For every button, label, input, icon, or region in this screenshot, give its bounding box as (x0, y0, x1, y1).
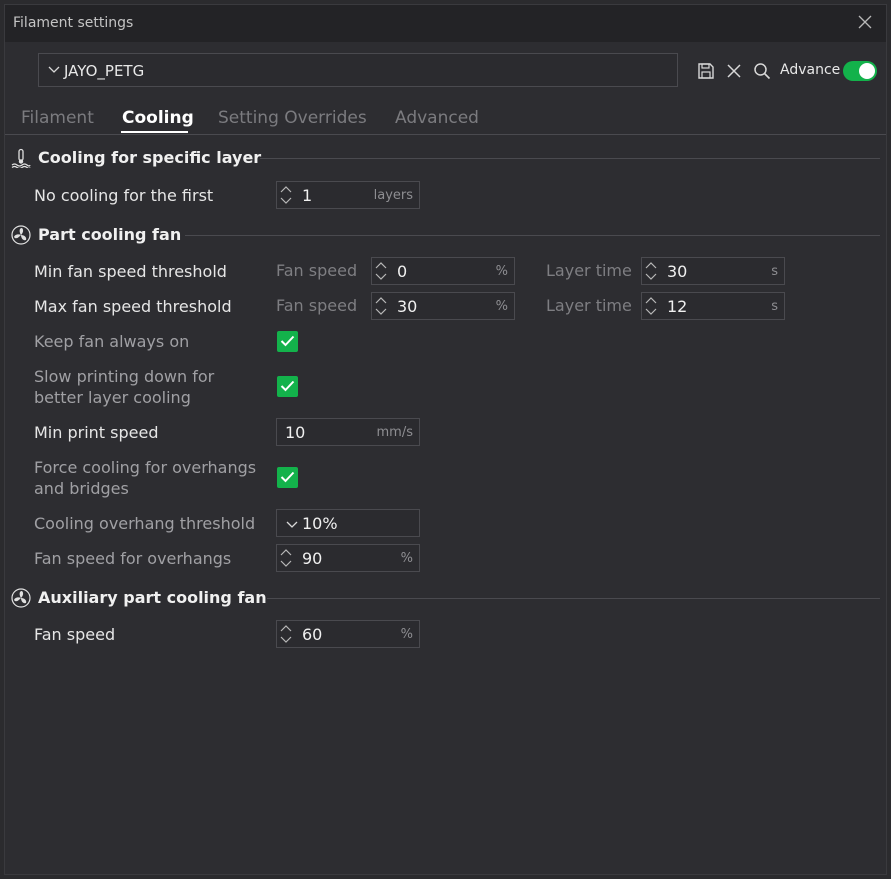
spinner-icon[interactable] (280, 548, 292, 568)
force-cooling-label-line1: Force cooling for overhangs (34, 458, 257, 477)
section-title-part-fan: Part cooling fan (38, 225, 182, 244)
spinner-icon[interactable] (280, 624, 292, 644)
field-unit: % (400, 551, 413, 566)
window-title: Filament settings (13, 15, 134, 31)
field-value: 10% (302, 514, 338, 533)
field-unit: mm/s (376, 425, 413, 440)
advance-label: Advance (780, 62, 841, 78)
section-title-specific-layer: Cooling for specific layer (38, 148, 262, 167)
max-layer-time-input[interactable]: 12 s (641, 292, 785, 320)
overhang-threshold-label: Cooling overhang threshold (34, 514, 256, 533)
slow-down-label-line2: better layer cooling (34, 388, 191, 407)
field-value: 0 (397, 262, 408, 281)
section-divider (260, 158, 880, 159)
spinner-icon[interactable] (375, 296, 387, 316)
field-unit: layers (373, 188, 413, 203)
keep-fan-on-label: Keep fan always on (34, 332, 190, 351)
field-value: 1 (302, 186, 313, 205)
fan-speed-sublabel: Fan speed (276, 261, 358, 280)
preset-dropdown[interactable]: JAYO_PETG (38, 53, 678, 87)
slow-down-checkbox[interactable] (277, 376, 298, 397)
spinner-icon[interactable] (280, 185, 292, 205)
fan-icon (11, 588, 31, 608)
chevron-down-icon (48, 66, 60, 73)
checkmark-icon (280, 471, 295, 483)
aux-fan-speed-label: Fan speed (34, 625, 116, 644)
force-cooling-label-line2: and bridges (34, 479, 129, 498)
checkmark-icon (280, 335, 295, 347)
search-icon[interactable] (753, 62, 771, 80)
fan-speed-sublabel: Fan speed (276, 296, 358, 315)
field-unit: s (771, 264, 778, 279)
max-fan-speed-input[interactable]: 30 % (371, 292, 515, 320)
force-cooling-checkbox[interactable] (277, 467, 298, 488)
min-layer-time-input[interactable]: 30 s (641, 257, 785, 285)
field-unit: % (495, 264, 508, 279)
field-unit: % (400, 627, 413, 642)
spinner-icon[interactable] (375, 261, 387, 281)
delete-icon[interactable] (725, 62, 743, 80)
layer-time-sublabel: Layer time (546, 261, 632, 280)
overhang-fan-label: Fan speed for overhangs (34, 549, 232, 568)
min-fan-threshold-label: Min fan speed threshold (34, 262, 227, 281)
preset-name: JAYO_PETG (64, 62, 145, 80)
fan-icon (11, 225, 31, 245)
min-fan-speed-input[interactable]: 0 % (371, 257, 515, 285)
tabs-divider (5, 134, 886, 135)
chevron-down-icon (286, 521, 298, 528)
max-fan-threshold-label: Max fan speed threshold (34, 297, 232, 316)
slow-down-label-line1: Slow printing down for (34, 367, 215, 386)
field-value: 60 (302, 625, 323, 644)
no-cooling-label: No cooling for the first (34, 186, 214, 205)
tab-filament[interactable]: Filament (21, 108, 94, 128)
field-value: 90 (302, 549, 323, 568)
min-print-speed-label: Min print speed (34, 423, 159, 442)
tab-advanced[interactable]: Advanced (395, 108, 479, 128)
overhang-fan-speed-input[interactable]: 90 % (276, 544, 420, 572)
section-title-aux-fan: Auxiliary part cooling fan (38, 588, 267, 607)
close-icon[interactable] (858, 15, 872, 29)
field-value: 30 (397, 297, 418, 316)
min-print-speed-input[interactable]: 10 mm/s (276, 418, 420, 446)
section-divider (185, 235, 880, 236)
field-value: 10 (285, 423, 306, 442)
field-unit: % (495, 299, 508, 314)
save-icon[interactable] (697, 62, 715, 80)
tab-cooling[interactable]: Cooling (122, 108, 194, 128)
spinner-icon[interactable] (645, 296, 657, 316)
active-tab-indicator (121, 131, 188, 133)
field-unit: s (771, 299, 778, 314)
no-cooling-layers-input[interactable]: 1 layers (276, 181, 420, 209)
spinner-icon[interactable] (645, 261, 657, 281)
aux-fan-speed-input[interactable]: 60 % (276, 620, 420, 648)
temperature-icon (11, 148, 31, 168)
filament-settings-window: Filament settings JAYO_PETG Advance Fila… (4, 4, 887, 875)
title-bar: Filament settings (5, 5, 886, 42)
keep-fan-on-checkbox[interactable] (277, 331, 298, 352)
overhang-threshold-dropdown[interactable]: 10% (276, 509, 420, 537)
toggle-knob (859, 63, 875, 79)
field-value: 12 (667, 297, 688, 316)
advance-toggle[interactable] (843, 61, 877, 81)
layer-time-sublabel: Layer time (546, 296, 632, 315)
section-divider (267, 598, 880, 599)
field-value: 30 (667, 262, 688, 281)
checkmark-icon (280, 380, 295, 392)
tab-setting-overrides[interactable]: Setting Overrides (218, 108, 367, 128)
